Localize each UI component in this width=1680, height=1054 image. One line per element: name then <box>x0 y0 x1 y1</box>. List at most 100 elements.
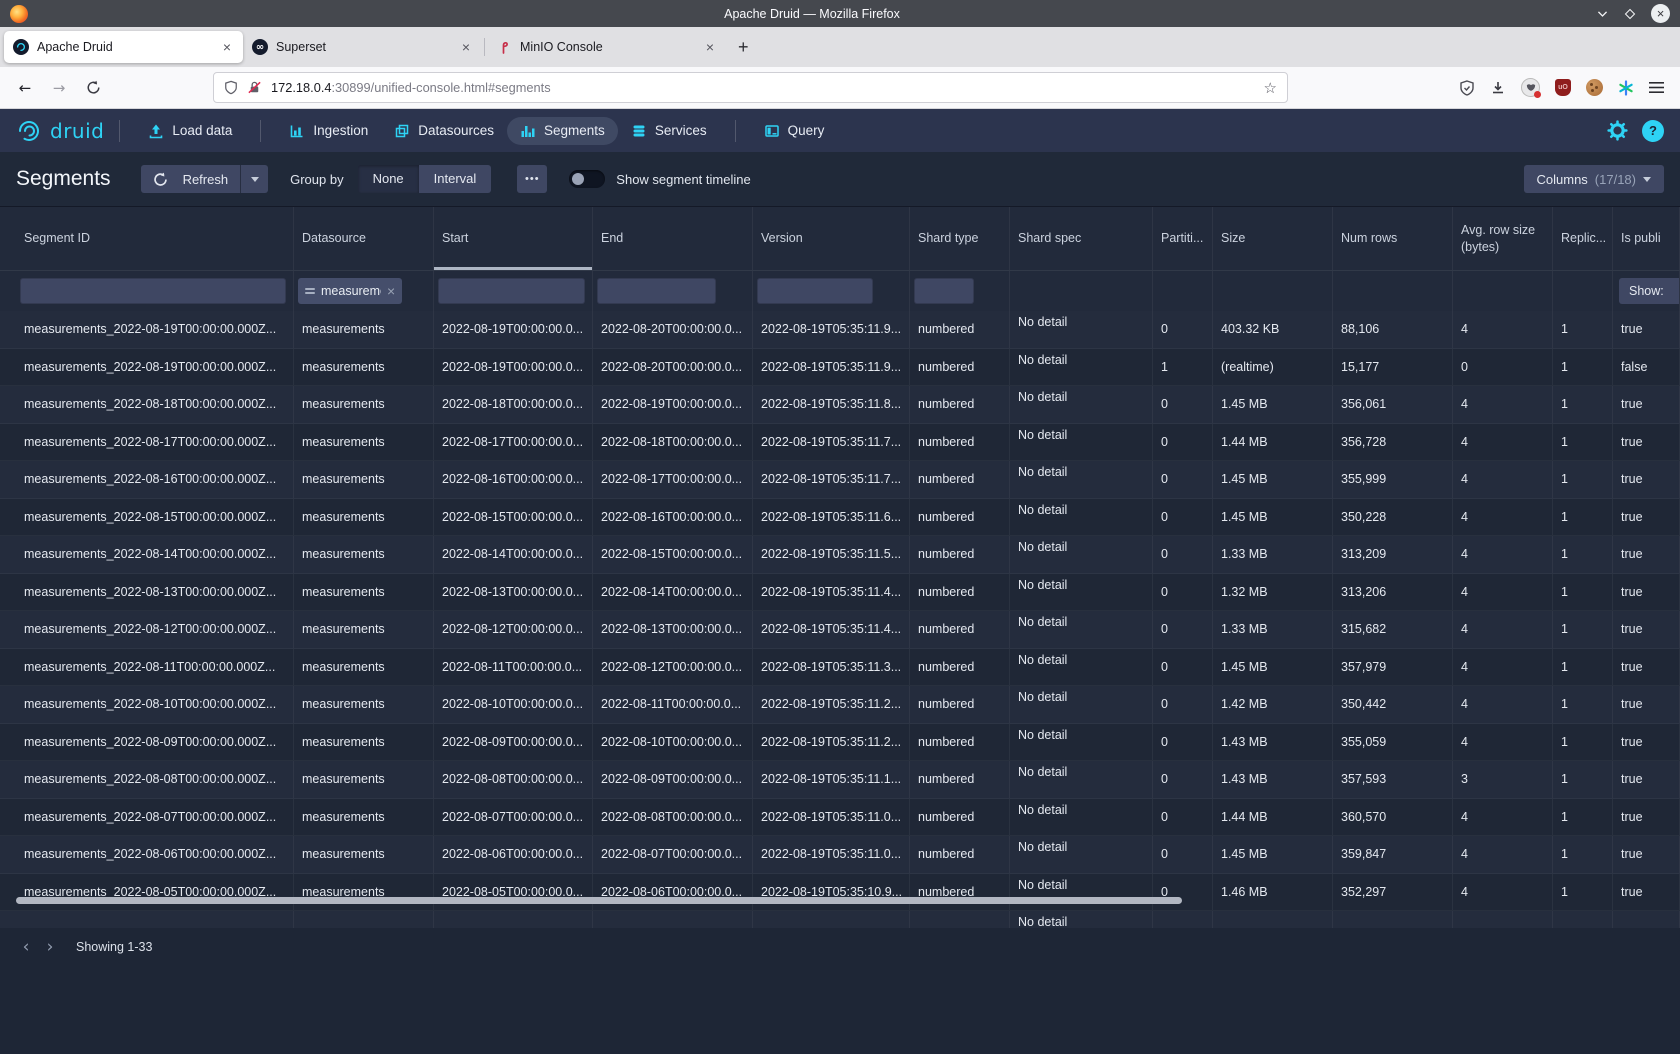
column-header-shard-type[interactable]: Shard type <box>910 207 1010 270</box>
more-options-button[interactable]: ••• <box>517 165 547 193</box>
cell-num-rows: 357,979 <box>1333 649 1453 686</box>
previous-page-icon[interactable]: ‹ <box>14 937 38 957</box>
browser-toolbar: ← → 172.18.0.4:30899/unified-console.htm… <box>0 67 1680 109</box>
end-filter-input[interactable] <box>597 278 716 304</box>
cell-shard-spec: No detail <box>1010 536 1153 573</box>
columns-button[interactable]: Columns (17/18) <box>1524 165 1665 193</box>
tab-superset[interactable]: ∞ Superset × <box>243 31 482 63</box>
multi-account-containers-icon[interactable] <box>1521 78 1540 97</box>
cell-shard-type: numbered <box>910 686 1010 723</box>
tab-minio-console[interactable]: MinIO Console × <box>487 31 726 63</box>
cell-is-published: true <box>1613 761 1680 798</box>
back-button[interactable]: ← <box>8 79 42 97</box>
insecure-lock-icon[interactable] <box>247 80 262 95</box>
group-by-none-button[interactable]: None <box>358 165 419 193</box>
forward-button[interactable]: → <box>42 79 76 97</box>
cookie-extension-icon[interactable] <box>1586 79 1603 96</box>
segment-id-filter-input[interactable] <box>20 278 286 304</box>
segment-timeline-toggle[interactable] <box>569 170 605 188</box>
cell-end: 2022-08-10T00:00:00.0... <box>593 724 753 761</box>
permissions-shield-icon[interactable] <box>224 80 238 95</box>
nav-item-datasources[interactable]: Datasources <box>381 117 507 145</box>
column-header-end[interactable]: End <box>593 207 753 270</box>
column-header-start[interactable]: Start <box>434 207 593 270</box>
cell-partition: 0 <box>1153 836 1213 873</box>
column-header-is-publi[interactable]: Is publi <box>1613 207 1680 270</box>
datasource-filter-chip[interactable]: measurements × <box>298 278 402 304</box>
refresh-button[interactable]: Refresh <box>141 172 241 187</box>
refresh-caret-button[interactable] <box>240 165 268 193</box>
cell-shard-spec: No detail <box>1010 424 1153 461</box>
window-close-icon[interactable]: × <box>1651 4 1670 23</box>
column-header-replic[interactable]: Replic... <box>1553 207 1613 270</box>
column-header-segment-id[interactable]: Segment ID <box>16 207 294 270</box>
menu-hamburger-icon[interactable] <box>1649 81 1664 94</box>
group-by-interval-button[interactable]: Interval <box>419 165 492 193</box>
toggle-knob <box>572 173 584 185</box>
tab-apache-druid[interactable]: Apache Druid × <box>4 31 243 63</box>
cell-start: 2022-08-19T00:00:00.0... <box>434 311 593 348</box>
cell-datasource: measurements <box>294 349 434 386</box>
cell-shard-type: numbered <box>910 536 1010 573</box>
table-row: measurements_2022-08-09T00:00:00.000Z...… <box>0 724 1680 762</box>
next-page-icon[interactable]: › <box>38 937 62 957</box>
reload-button[interactable] <box>76 80 110 95</box>
cell-avg-row-size: 4 <box>1453 536 1553 573</box>
cell-partition: 0 <box>1153 724 1213 761</box>
new-tab-button[interactable]: + <box>726 38 761 56</box>
column-header-shard-spec[interactable]: Shard spec <box>1010 207 1153 270</box>
cell-avg-row-size: 4 <box>1453 499 1553 536</box>
cell-start: 2022-08-09T00:00:00.0... <box>434 724 593 761</box>
settings-gear-icon[interactable] <box>1607 120 1628 141</box>
cell-version: 2022-08-19T05:35:11.3... <box>753 649 910 686</box>
cell-num-rows: 313,209 <box>1333 536 1453 573</box>
tab-close-icon[interactable]: × <box>703 40 717 54</box>
cell-is-published: true <box>1613 536 1680 573</box>
cell-num-rows: 313,206 <box>1333 574 1453 611</box>
pagination-footer: ‹ › Showing 1-33 <box>0 928 1680 966</box>
cell-shard-spec: No detail <box>1010 386 1153 423</box>
downloads-icon[interactable] <box>1490 80 1506 96</box>
is-published-filter-select[interactable]: Show: <box>1619 278 1680 304</box>
bookmark-star-icon[interactable]: ☆ <box>1264 79 1277 97</box>
window-minimize-icon[interactable] <box>1596 7 1609 20</box>
cell-end: 2022-08-07T00:00:00.0... <box>593 836 753 873</box>
ublock-origin-icon[interactable]: uO <box>1555 79 1571 96</box>
start-filter-input[interactable] <box>438 278 585 304</box>
cell-size: 1.45 MB <box>1213 836 1333 873</box>
tab-close-icon[interactable]: × <box>220 40 234 54</box>
cell-start: 2022-08-12T00:00:00.0... <box>434 611 593 648</box>
nav-item-label: Query <box>788 123 825 138</box>
cell-shard-spec: No detail <box>1010 761 1153 798</box>
column-header-version[interactable]: Version <box>753 207 910 270</box>
remove-filter-icon[interactable]: × <box>387 284 395 298</box>
version-filter-input[interactable] <box>757 278 873 304</box>
nav-item-services[interactable]: Services <box>618 117 720 145</box>
window-maximize-icon[interactable] <box>1624 8 1636 20</box>
extension-asterisk-icon[interactable] <box>1618 80 1634 96</box>
shard-type-filter-input[interactable] <box>914 278 974 304</box>
druid-logo[interactable]: druid <box>16 118 104 144</box>
cell-segment-id: measurements_2022-08-18T00:00:00.000Z... <box>16 386 294 423</box>
column-header-num-rows[interactable]: Num rows <box>1333 207 1453 270</box>
tab-close-icon[interactable]: × <box>459 40 473 54</box>
firefox-logo-icon <box>10 5 28 23</box>
protections-shield-icon[interactable] <box>1459 80 1475 96</box>
nav-item-query[interactable]: Query <box>751 117 838 145</box>
help-icon[interactable]: ? <box>1642 120 1664 142</box>
horizontal-scrollbar-thumb[interactable] <box>16 897 1182 904</box>
cell-size: 1.32 MB <box>1213 574 1333 611</box>
column-header-avg-row-size-bytes[interactable]: Avg. row size (bytes) <box>1453 207 1553 270</box>
cell-avg-row-size: 4 <box>1453 799 1553 836</box>
cell-partition: 0 <box>1153 611 1213 648</box>
cell-replicas: 1 <box>1553 649 1613 686</box>
column-header-datasource[interactable]: Datasource <box>294 207 434 270</box>
url-bar[interactable]: 172.18.0.4:30899/unified-console.html#se… <box>213 72 1288 103</box>
column-header-partiti[interactable]: Partiti... <box>1153 207 1213 270</box>
nav-item-segments[interactable]: Segments <box>507 117 618 145</box>
cell-datasource: measurements <box>294 799 434 836</box>
nav-item-ingestion[interactable]: Ingestion <box>276 117 381 145</box>
nav-item-load-data[interactable]: Load data <box>135 117 245 145</box>
table-row: measurements_2022-08-17T00:00:00.000Z...… <box>0 424 1680 462</box>
column-header-size[interactable]: Size <box>1213 207 1333 270</box>
